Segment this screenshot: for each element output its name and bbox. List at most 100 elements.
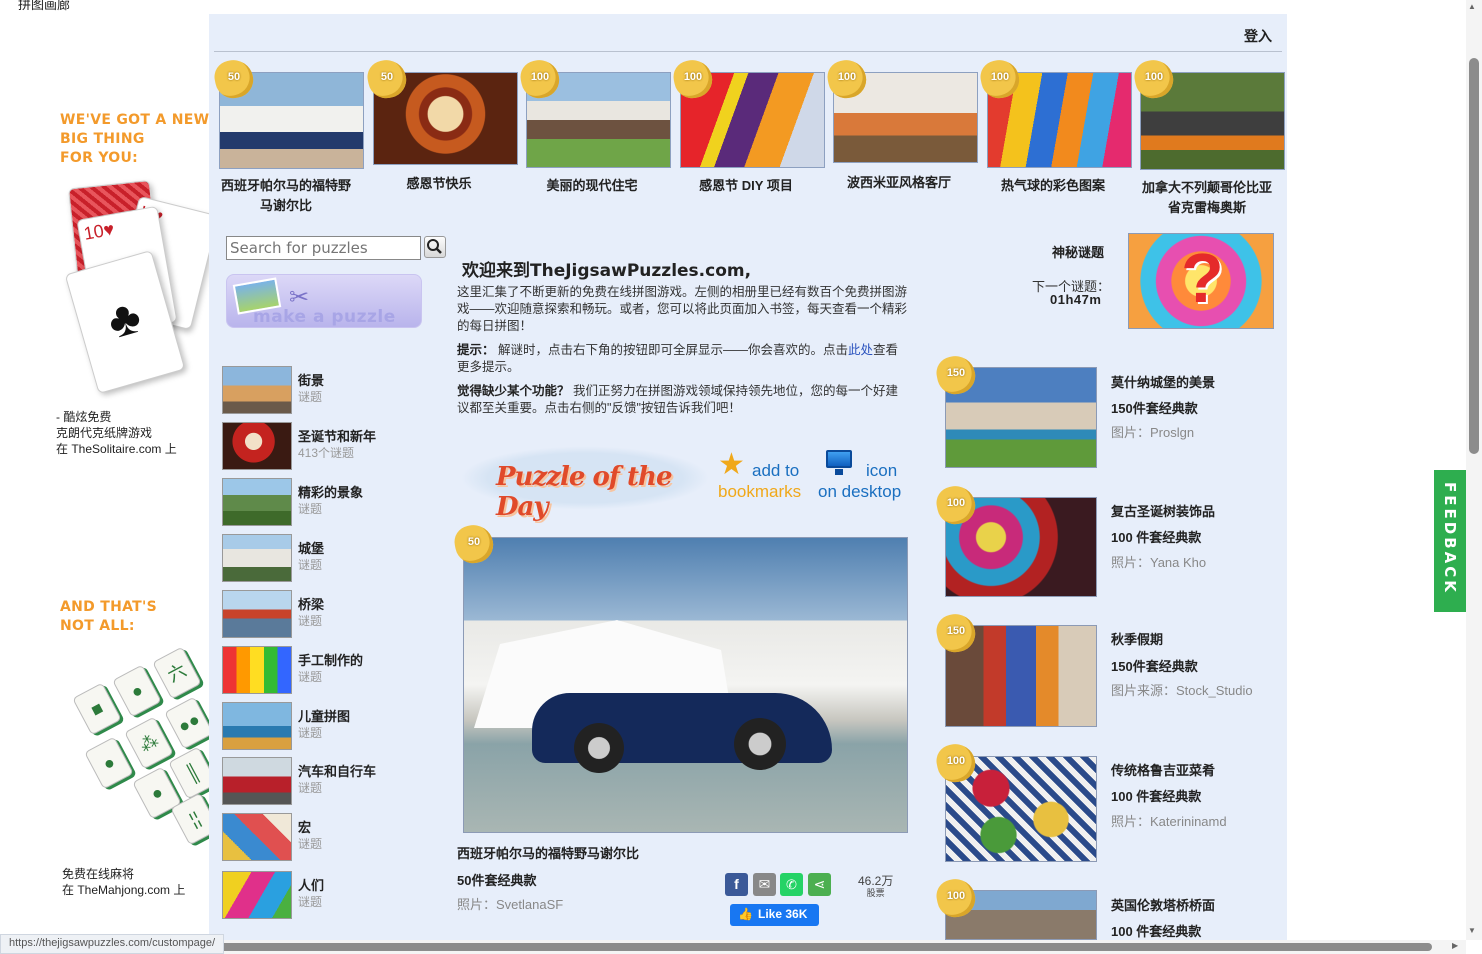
icon-on-desktop-line1[interactable]: icon <box>866 461 897 481</box>
top-puzzle-title[interactable]: 感恩节 DIY 项目 <box>671 176 821 196</box>
email-share-icon[interactable]: ✉ <box>753 873 776 896</box>
add-to-bookmarks-line2[interactable]: bookmarks <box>718 482 801 502</box>
welcome-heading: 欢迎来到TheJigsawPuzzles.com, <box>462 261 752 281</box>
category-count: 413个谜题 <box>298 446 355 460</box>
piece-badge: 100 <box>933 482 979 528</box>
caption-line: 感恩节 DIY 项目 <box>699 178 793 193</box>
mahjong-tile: ● <box>84 736 134 790</box>
category-thumb <box>222 422 292 470</box>
vertical-scrollbar-thumb[interactable] <box>1469 58 1479 454</box>
make-puzzle-button[interactable]: ✂ make a puzzle <box>226 274 422 328</box>
category-item[interactable]: 人们 谜题 <box>222 871 422 921</box>
piece-badge: 100 <box>517 56 563 102</box>
category-thumb <box>222 590 292 638</box>
piece-badge: 100 <box>824 56 870 102</box>
mystery-puzzle-image[interactable]: ? <box>1128 233 1274 329</box>
top-puzzle-title[interactable]: 波西米亚风格客厅 <box>824 173 974 193</box>
piece-count: 100 <box>946 497 966 509</box>
piece-count: 150 <box>946 367 966 379</box>
right-puzzle-pieces: 150件套经典款 <box>1111 401 1198 416</box>
welcome-intro: 这里汇集了不断更新的免费在线拼图游戏。左侧的相册里已经有数百个免费拼图游戏——欢… <box>457 285 908 333</box>
mahjong-ad-text[interactable]: 免费在线麻将 在 TheMahjong.com 上 <box>62 866 185 898</box>
ad-heading-line: WE'VE GOT A NEW <box>60 112 210 128</box>
page-title: 拼图画廊 <box>18 0 71 12</box>
right-puzzle-pieces: 150件套经典款 <box>1111 659 1198 674</box>
category-item[interactable]: 汽车和自行车 谜题 <box>222 757 422 807</box>
category-item[interactable]: 手工制作的 谜题 <box>222 646 422 696</box>
scroll-right-arrow-icon[interactable]: ▶ <box>1452 941 1458 950</box>
category-item[interactable]: 桥梁 谜题 <box>222 590 422 640</box>
share-icon[interactable]: ⋖ <box>808 873 831 896</box>
piece-badge: 50 <box>451 521 497 567</box>
ad-heading-new[interactable]: WE'VE GOT A NEW BIG THING FOR YOU: <box>60 111 209 168</box>
piece-badge: 150 <box>933 610 979 656</box>
mahjong-tile: ■ <box>72 682 122 736</box>
category-item[interactable]: 儿童拼图 谜题 <box>222 702 422 752</box>
category-item[interactable]: 宏谜题 <box>222 813 422 863</box>
ad-text-line: - 酷炫免费 <box>56 410 112 424</box>
whatsapp-share-icon[interactable]: ✆ <box>780 873 803 896</box>
top-puzzle-title[interactable]: 西班牙帕尔马的福特野 马谢尔比 <box>211 176 361 216</box>
mahjong-tiles-image[interactable]: 六 ● ■ ●● ⁂ ● ║ ● ¦¦ <box>60 646 220 848</box>
category-name: 汽车和自行车 <box>298 764 377 779</box>
right-puzzle-title[interactable]: 传统格鲁吉亚菜肴 <box>1111 760 1215 779</box>
right-puzzle-title[interactable]: 复古圣诞树装饰品 <box>1111 501 1215 520</box>
top-puzzle-title[interactable]: 美丽的现代住宅 <box>517 176 667 196</box>
car-wheel <box>734 718 786 770</box>
mystery-puzzle-label[interactable]: 神秘谜题 <box>1052 242 1104 261</box>
right-puzzle-title[interactable]: 莫什纳城堡的美景 <box>1111 372 1215 391</box>
solitaire-cards-image[interactable]: K♥ 10♥ ♣ <box>64 180 220 395</box>
top-puzzle-title[interactable]: 热气球的彩色图案 <box>978 176 1128 196</box>
piece-count: 50 <box>227 71 241 83</box>
piece-count: 100 <box>1144 71 1164 83</box>
right-puzzle-title[interactable]: 秋季假期 <box>1111 629 1163 648</box>
monitor-icon <box>824 450 854 476</box>
tip-text: 解谜时，点击右下角的按钮即可全屏显示——你会喜欢的。点击 <box>494 343 848 357</box>
category-count: 谜题 <box>298 558 323 572</box>
category-name: 手工制作的 <box>298 653 364 668</box>
category-count: 谜题 <box>298 781 323 795</box>
hero-title[interactable]: 西班牙帕尔马的福特野马谢尔比 <box>457 843 639 862</box>
tip-paragraph: 提示： 解谜时，点击右下角的按钮即可全屏显示——你会喜欢的。点击此处查看更多提示… <box>457 342 909 376</box>
ad-heading-line: BIG THING <box>60 131 145 147</box>
top-puzzle-title[interactable]: 感恩节快乐 <box>364 174 514 194</box>
solitaire-ad-text[interactable]: - 酷炫免费 克朗代克纸牌游戏 在 TheSolitaire.com 上 <box>56 409 177 457</box>
tip-label: 提示： <box>457 343 495 357</box>
puzzle-of-the-day-banner[interactable]: Puzzle of the Day <box>460 440 710 522</box>
category-count: 谜题 <box>298 670 323 684</box>
category-item[interactable]: 街景 谜题 <box>222 366 422 416</box>
piece-badge: 50 <box>364 56 410 102</box>
category-thumb <box>222 534 292 582</box>
category-thumb <box>222 757 292 805</box>
category-count: 谜题 <box>298 502 323 516</box>
category-count: 谜题 <box>298 895 323 909</box>
category-item[interactable]: 城堡 谜题 <box>222 534 422 584</box>
piece-badge: 100 <box>670 56 716 102</box>
category-name: 人们 <box>298 878 325 893</box>
top-puzzle-title[interactable]: 加拿大不列颠哥伦比亚 省克雷梅奥斯 <box>1132 178 1282 218</box>
category-name: 宏 <box>298 820 312 835</box>
category-thumb <box>222 646 292 694</box>
facebook-like-button[interactable]: 👍 Like 36K <box>730 904 819 926</box>
scroll-down-arrow-icon[interactable]: ▼ <box>1468 926 1476 935</box>
icon-on-desktop-line2[interactable]: on desktop <box>818 482 901 502</box>
right-puzzle-pieces: 100 件套经典款 <box>1111 530 1202 545</box>
ad-text-line: 在 TheMahjong.com 上 <box>62 883 186 897</box>
ad-heading-more: AND THAT'S NOT ALL: <box>60 598 157 636</box>
category-item[interactable]: 精彩的景象 谜题 <box>222 478 422 528</box>
search-input[interactable] <box>226 236 421 260</box>
tip-link[interactable]: 此处 <box>848 343 873 357</box>
feedback-tab[interactable]: FEEDBACK <box>1434 470 1466 612</box>
scroll-up-arrow-icon[interactable]: ▲ <box>1468 2 1476 11</box>
caption-line: 马谢尔比 <box>259 198 312 213</box>
login-link[interactable]: 登入 <box>1244 26 1272 46</box>
category-item[interactable]: 圣诞节和新年 413个谜题 <box>222 422 422 472</box>
hero-pieces: 50件套经典款 <box>457 873 537 888</box>
facebook-share-icon[interactable]: f <box>725 873 748 896</box>
category-name: 儿童拼图 <box>298 709 351 724</box>
search-button[interactable] <box>424 236 446 258</box>
hero-puzzle-image[interactable] <box>463 537 908 833</box>
status-bar-url: https://thejigsawpuzzles.com/custompage/ <box>0 934 225 954</box>
add-to-bookmarks-line1[interactable]: add to <box>752 461 799 481</box>
right-puzzle-title[interactable]: 英国伦敦塔桥桥面 <box>1111 895 1215 914</box>
